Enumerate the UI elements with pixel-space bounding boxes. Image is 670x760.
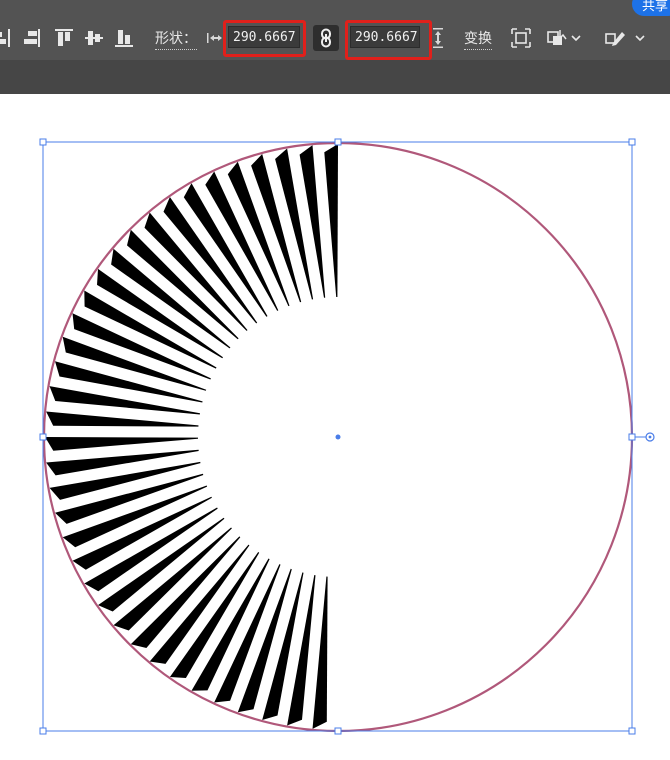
transform-button[interactable]: 变换 (464, 28, 492, 50)
chevron-down-icon[interactable] (632, 26, 648, 50)
radial-spikes-shape[interactable] (45, 144, 338, 729)
resize-handle-bottom-right[interactable] (628, 727, 636, 735)
center-point (335, 434, 341, 440)
arrange-dropdown-icon[interactable] (545, 26, 569, 50)
shape-label[interactable]: 形状： (155, 28, 197, 50)
spike (299, 145, 326, 298)
resize-handle-bottom-left[interactable] (39, 727, 47, 735)
resize-handle-top-left[interactable] (39, 138, 47, 146)
height-field-highlight (345, 20, 432, 60)
document-tab-bar (0, 60, 670, 94)
height-arrows-icon (426, 26, 450, 50)
resize-handle-right[interactable] (628, 433, 636, 441)
spike (312, 576, 328, 729)
share-label: 共享 (642, 0, 669, 14)
spike (49, 386, 200, 415)
control-toolbar: 形状： 290.6667 p 290.6667 p 变换 共享 (0, 0, 670, 60)
isolate-object-icon[interactable] (509, 26, 533, 50)
align-top-icon[interactable] (52, 26, 76, 50)
resize-handle-top[interactable] (334, 138, 342, 146)
resize-handle-left[interactable] (39, 433, 47, 441)
spike (287, 575, 316, 726)
resize-handle-bottom[interactable] (334, 727, 342, 735)
width-field-highlight (223, 20, 306, 57)
spike (45, 437, 198, 451)
share-button[interactable]: 共享 (632, 0, 670, 16)
constrain-proportions-link-icon[interactable] (313, 25, 339, 51)
spike (46, 449, 199, 476)
align-vertical-center-icon[interactable] (82, 26, 106, 50)
align-bottom-icon[interactable] (112, 26, 136, 50)
edit-toolbar-dropdown-icon[interactable] (603, 26, 627, 50)
resize-handle-top-right[interactable] (628, 138, 636, 146)
align-left-icon[interactable] (0, 26, 14, 50)
rotate-handle-dot (648, 435, 652, 439)
spike (46, 411, 199, 427)
align-right-icon[interactable] (18, 26, 42, 50)
chevron-down-icon[interactable] (568, 26, 584, 50)
spike (324, 144, 338, 297)
artboard-canvas (39, 138, 655, 735)
